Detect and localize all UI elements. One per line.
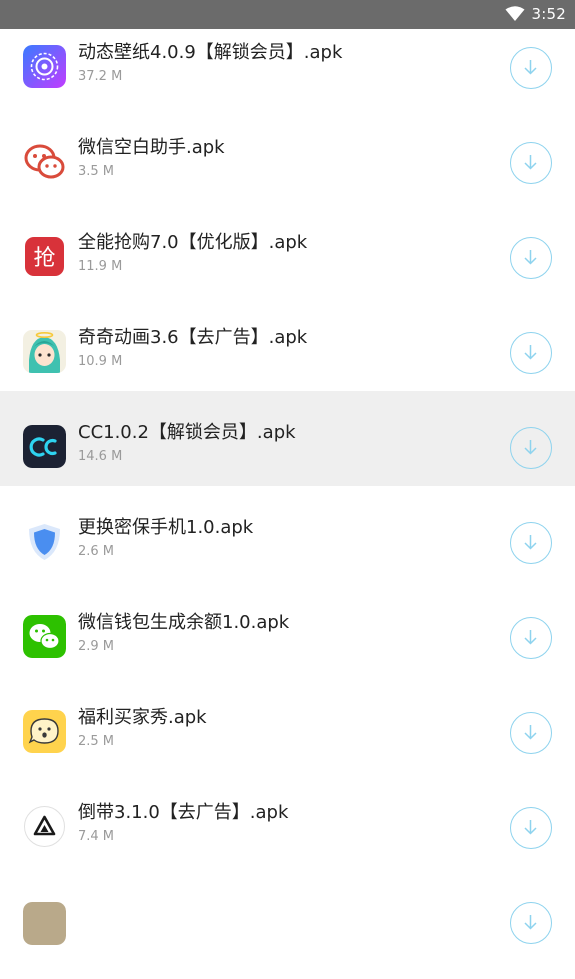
file-size: 3.5 M bbox=[78, 164, 115, 179]
file-size: 2.6 M bbox=[78, 544, 115, 559]
apk-list: 动态壁纸4.0.9【解锁会员】.apk 37.2 M 微信空白助手.apk 3.… bbox=[0, 29, 575, 979]
download-button[interactable] bbox=[510, 617, 552, 659]
file-size: 11.9 M bbox=[78, 259, 123, 274]
download-button[interactable] bbox=[510, 47, 552, 89]
download-icon bbox=[524, 250, 537, 265]
anime-icon bbox=[23, 330, 66, 373]
download-icon bbox=[524, 345, 537, 360]
file-name: 更换密保手机1.0.apk bbox=[78, 517, 254, 538]
list-item[interactable]: 动态壁纸4.0.9【解锁会员】.apk 37.2 M bbox=[0, 11, 575, 106]
download-icon bbox=[524, 725, 537, 740]
download-icon bbox=[524, 535, 537, 550]
file-name: 微信钱包生成余额1.0.apk bbox=[78, 612, 290, 633]
list-item-selected[interactable]: CC1.0.2【解锁会员】.apk 14.6 M bbox=[0, 391, 575, 486]
shield-icon bbox=[23, 520, 66, 563]
download-icon bbox=[524, 630, 537, 645]
list-item[interactable]: 抢 全能抢购7.0【优化版】.apk 11.9 M bbox=[0, 201, 575, 296]
list-item[interactable]: 倒带3.1.0【去广告】.apk 7.4 M bbox=[0, 771, 575, 866]
file-size: 37.2 M bbox=[78, 69, 123, 84]
wechat-icon bbox=[23, 615, 66, 658]
list-item[interactable]: 福利买家秀.apk 2.5 M bbox=[0, 676, 575, 771]
file-name: 福利买家秀.apk bbox=[78, 707, 207, 728]
qiang-icon: 抢 bbox=[23, 235, 66, 278]
file-size: 2.9 M bbox=[78, 639, 115, 654]
download-button[interactable] bbox=[510, 522, 552, 564]
list-item[interactable]: 微信钱包生成余额1.0.apk 2.9 M bbox=[0, 581, 575, 676]
download-button[interactable] bbox=[510, 427, 552, 469]
download-icon bbox=[524, 915, 537, 930]
list-item[interactable]: 奇奇动画3.6【去广告】.apk 10.9 M bbox=[0, 296, 575, 391]
download-button[interactable] bbox=[510, 902, 552, 944]
svg-text:抢: 抢 bbox=[33, 246, 55, 271]
cc-icon bbox=[23, 425, 66, 468]
list-item-partial[interactable] bbox=[0, 866, 575, 961]
file-name: 倒带3.1.0【去广告】.apk bbox=[78, 802, 289, 823]
smiley-icon bbox=[23, 710, 66, 753]
file-name: 微信空白助手.apk bbox=[78, 137, 225, 158]
file-name: CC1.0.2【解锁会员】.apk bbox=[78, 422, 296, 443]
download-button[interactable] bbox=[510, 237, 552, 279]
partial-app-icon bbox=[23, 902, 66, 945]
file-size: 14.6 M bbox=[78, 449, 123, 464]
file-size: 10.9 M bbox=[78, 354, 123, 369]
download-icon bbox=[524, 60, 537, 75]
download-button[interactable] bbox=[510, 712, 552, 754]
download-button[interactable] bbox=[510, 142, 552, 184]
file-name: 全能抢购7.0【优化版】.apk bbox=[78, 232, 308, 253]
file-name: 奇奇动画3.6【去广告】.apk bbox=[78, 327, 308, 348]
download-icon bbox=[524, 820, 537, 835]
file-name: 动态壁纸4.0.9【解锁会员】.apk bbox=[78, 42, 343, 63]
list-item[interactable]: 微信空白助手.apk 3.5 M bbox=[0, 106, 575, 201]
download-button[interactable] bbox=[510, 807, 552, 849]
rewind-icon bbox=[23, 805, 66, 848]
list-item[interactable]: 更换密保手机1.0.apk 2.6 M bbox=[0, 486, 575, 581]
dynamic-wallpaper-icon bbox=[23, 45, 66, 88]
file-size: 2.5 M bbox=[78, 734, 115, 749]
download-icon bbox=[524, 155, 537, 170]
download-button[interactable] bbox=[510, 332, 552, 374]
file-size: 7.4 M bbox=[78, 829, 115, 844]
wechat-blank-helper-icon bbox=[23, 140, 66, 183]
download-icon bbox=[524, 440, 537, 455]
